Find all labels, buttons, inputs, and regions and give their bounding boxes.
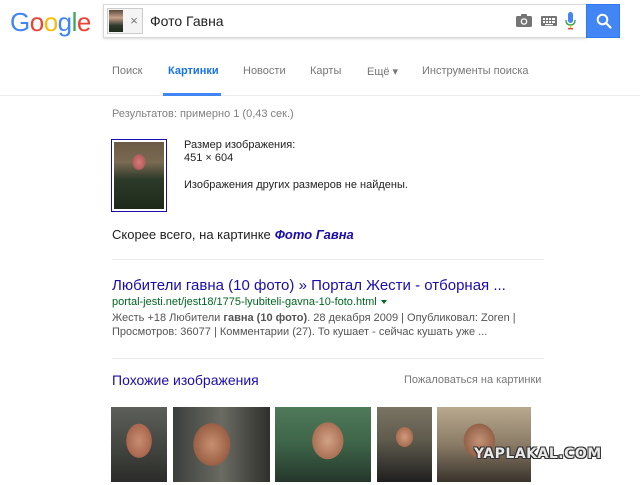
logo-letter: o	[43, 7, 58, 37]
similar-image[interactable]	[275, 407, 371, 482]
google-logo[interactable]: Google	[10, 7, 91, 38]
tab-search-tools[interactable]: Инструменты поиска	[422, 65, 529, 77]
similar-photo	[377, 407, 432, 482]
snippet-highlight: гавна (10 фото)	[223, 312, 308, 324]
similar-photo	[437, 407, 531, 482]
best-guess: Скорее всего, на картинке Фото Гавна	[112, 227, 354, 242]
report-images-link[interactable]: Пожаловаться на картинки	[404, 374, 541, 386]
camera-icon[interactable]	[516, 14, 532, 27]
result-url-text: portal-jesti.net/jest18/1775-lyubiteli-g…	[112, 296, 377, 308]
divider	[112, 259, 544, 260]
best-guess-prefix: Скорее всего, на картинке	[112, 227, 271, 242]
search-input[interactable]	[150, 13, 480, 29]
keyboard-icon[interactable]	[541, 16, 557, 26]
header: Google × Фото Гавна Поиск Картинки Новос…	[0, 0, 640, 96]
search-tabs: Поиск Картинки Новости Карты Ещё ▾ Инстр…	[0, 60, 640, 96]
search-icon	[596, 13, 612, 29]
query-image-chip: ×	[107, 8, 143, 34]
image-size-value: 451 × 604	[184, 152, 234, 164]
tab-news[interactable]: Новости	[243, 65, 286, 77]
image-size-info: Размер изображения: 451 × 604	[184, 139, 295, 165]
result-snippet: Жесть +18 Любители гавна (10 фото). 28 д…	[112, 311, 542, 339]
active-tab-indicator	[163, 93, 221, 96]
similar-image[interactable]	[437, 407, 531, 482]
mic-icon[interactable]	[565, 12, 576, 30]
similar-image[interactable]	[173, 407, 270, 482]
image-size-label: Размер изображения:	[184, 139, 296, 151]
similar-images-heading[interactable]: Похожие изображения	[112, 372, 259, 388]
similar-photo	[111, 407, 167, 482]
logo-letter: g	[57, 7, 72, 37]
query-image-thumbnail	[109, 10, 123, 32]
site-watermark: YAPLAKAL.COM	[474, 446, 602, 462]
tab-images[interactable]: Картинки	[168, 65, 219, 77]
snippet-text: . 28 декабря 2009 | Опубликовал: Zoren |	[307, 312, 516, 324]
result-title-link[interactable]: Любители гавна (10 фото) » Портал Жести …	[112, 277, 506, 294]
logo-letter: e	[76, 7, 91, 37]
similar-image[interactable]	[377, 407, 432, 482]
divider	[112, 358, 544, 359]
tab-more[interactable]: Ещё ▾	[367, 65, 398, 78]
snippet-text: Жесть +18 Любители	[112, 312, 224, 324]
remove-image-icon[interactable]: ×	[127, 13, 141, 29]
similar-image[interactable]	[111, 407, 167, 482]
result-stats: Результатов: примерно 1 (0,43 сек.)	[112, 108, 294, 120]
logo-letter: G	[10, 7, 30, 37]
search-button[interactable]	[586, 4, 620, 38]
tab-maps[interactable]: Карты	[310, 65, 341, 77]
result-url: portal-jesti.net/jest18/1775-lyubiteli-g…	[112, 296, 387, 308]
no-other-sizes-text: Изображения других размеров не найдены.	[184, 179, 408, 191]
tab-search[interactable]: Поиск	[112, 65, 142, 77]
query-image	[114, 142, 164, 209]
search-box: ×	[103, 4, 587, 38]
snippet-text: Просмотров: 36077 | Комментарии (27). То…	[112, 326, 488, 338]
url-dropdown-icon[interactable]	[380, 300, 387, 305]
logo-letter: o	[29, 7, 44, 37]
similar-photo	[173, 407, 270, 482]
best-guess-link[interactable]: Фото Гавна	[275, 227, 354, 242]
query-image-preview[interactable]	[111, 139, 167, 212]
similar-photo	[275, 407, 371, 482]
